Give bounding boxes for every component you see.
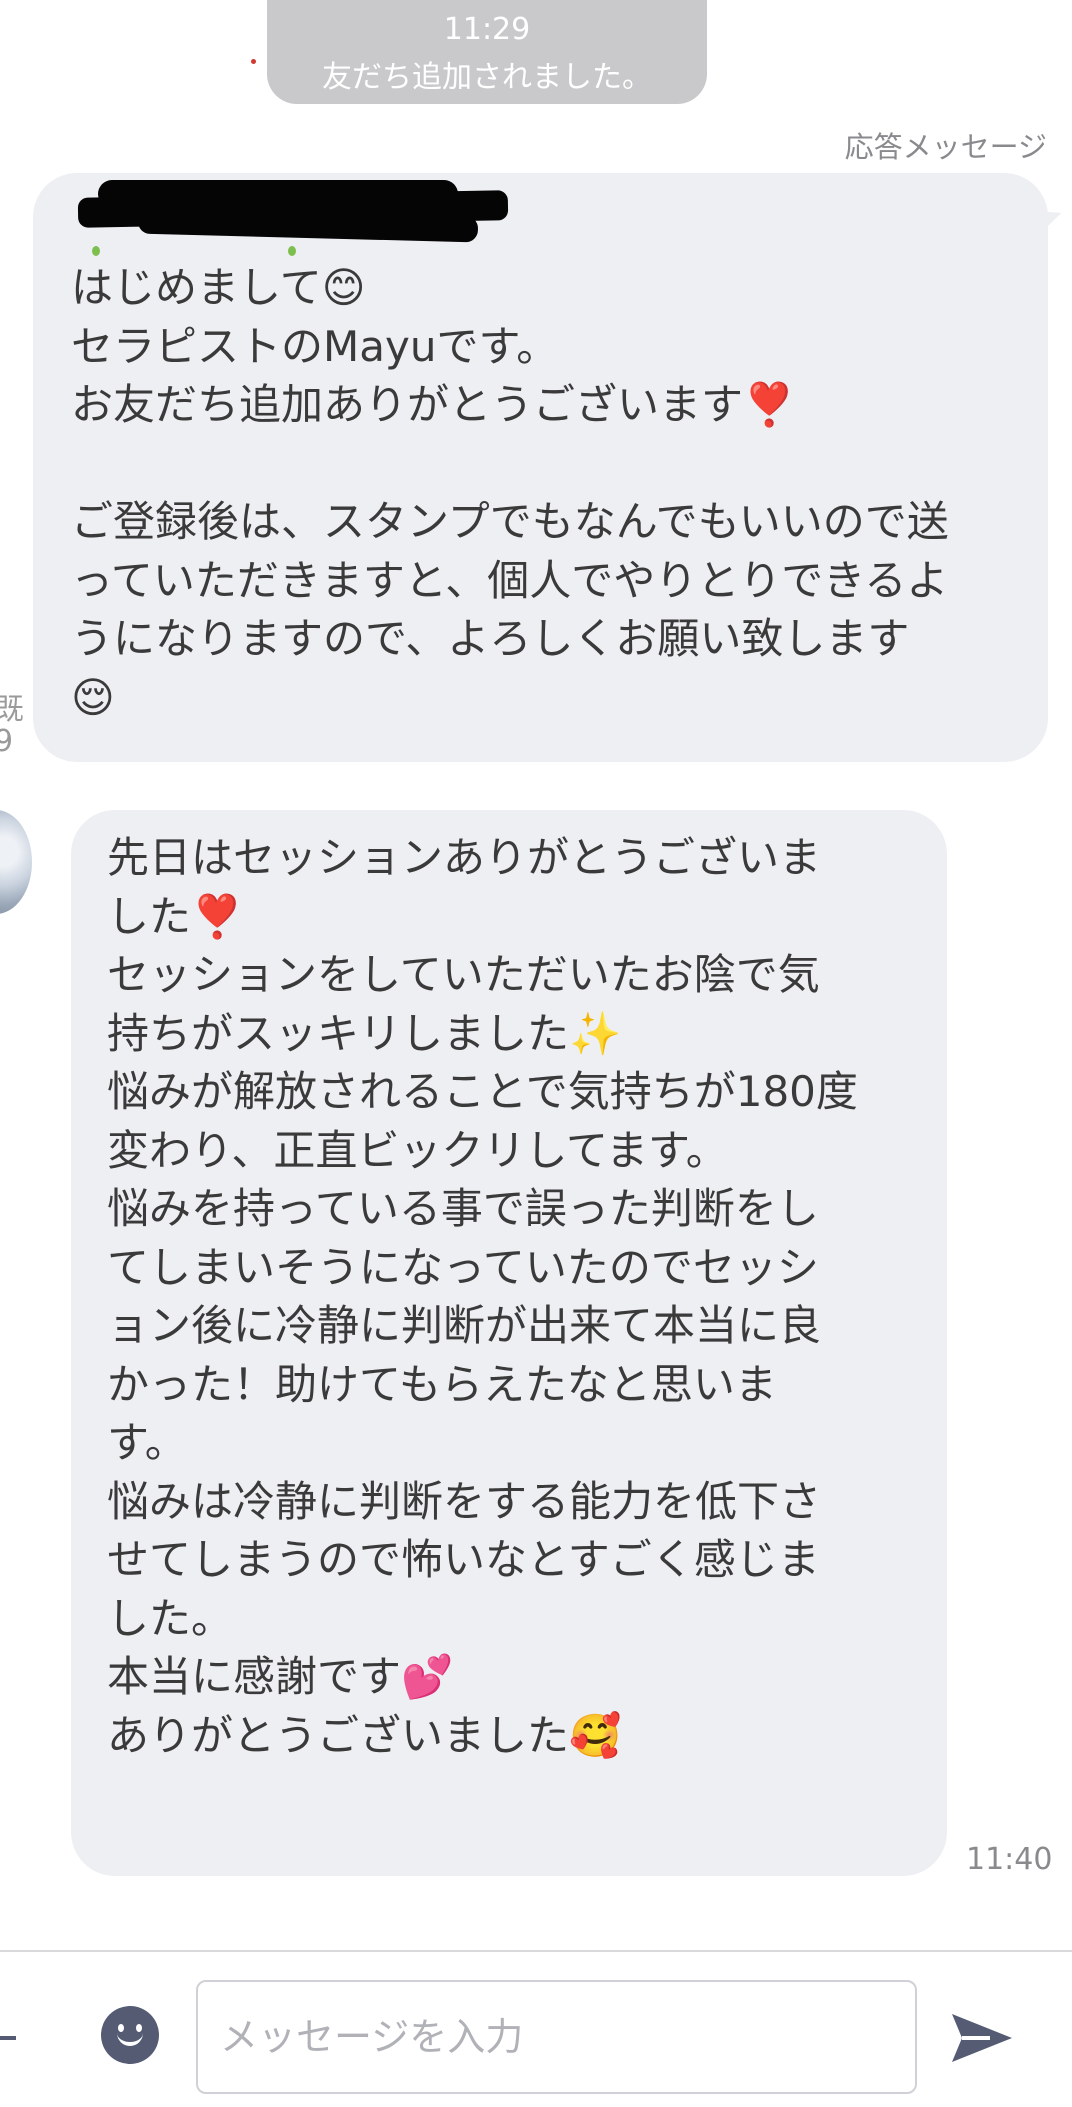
system-notice-bubble: 11:29 友だち追加されました。	[267, 0, 707, 104]
time-fragment: 9	[0, 724, 14, 759]
send-arrow-icon[interactable]	[950, 2010, 1014, 2066]
smiley-icon[interactable]	[101, 2006, 159, 2064]
redacted-name	[77, 172, 538, 246]
message-text-welcome: はじめまして😊 セラピストのMayuです。お友だち追加ありがとうございます❣️ ご登…	[71, 259, 949, 727]
menu-toggle-icon[interactable]	[0, 2036, 16, 2040]
message-line: した❣️	[107, 891, 244, 941]
message-line: せてしまうので怖いなとすごく感じま	[107, 1535, 820, 1584]
message-line: 持ちがスッキリしました✨	[107, 1008, 622, 1058]
message-line: っていただきますと、個人でやりとりできるよ	[71, 555, 949, 605]
message-input[interactable]	[196, 1980, 917, 2094]
message-line: 悩みは冷静に判断をする能力を低下さ	[107, 1476, 822, 1526]
system-notice-time: 11:29	[443, 12, 531, 47]
system-notice-text: 友だち追加されました。	[322, 60, 652, 95]
message-line	[71, 435, 949, 494]
message-text-feedback: 先日はセッションありがとうございま した❣️ セッションをしていただいたお陰で気 持ち…	[107, 829, 858, 1765]
message-line: 悩みが解放されることで気持ちが180度	[107, 1067, 858, 1116]
message-line: うになりますので、よろしくお願い致します	[71, 614, 910, 663]
unread-dot	[251, 59, 256, 64]
message-line: 😌	[71, 672, 115, 722]
message-line: はじめまして😊	[71, 263, 366, 312]
message-line: セラピストのMayuです。	[71, 321, 559, 371]
message-line: 変わり、正直ビックリしてます。	[107, 1125, 728, 1175]
message-line: ョン後に冷静に判断が出来て本当に良	[107, 1301, 822, 1350]
message-line: 本当に感謝です💕	[107, 1652, 454, 1701]
message-line: かった！助けてもらえたなと思いま	[107, 1359, 777, 1409]
message-input-bar	[0, 1950, 1072, 2107]
message-line: 悩みを持っている事で誤った判断をし	[107, 1184, 819, 1233]
leaf-decoration	[92, 246, 100, 256]
message-line: セッションをしていただいたお陰で気	[107, 950, 820, 999]
cherry-blossom-avatar[interactable]	[0, 810, 32, 914]
read-indicator-fragment: 既	[0, 692, 24, 727]
message-timestamp: 11:40	[966, 1842, 1053, 1877]
message-line: てしまいそうになっていたのでセッシ	[107, 1242, 819, 1292]
message-line: 先日はセッションありがとうございま	[107, 833, 822, 882]
message-line: ありがとうございました🥰	[107, 1710, 622, 1760]
message-line: お友だち追加ありがとうございます❣️	[71, 380, 796, 429]
message-line: した。	[107, 1593, 234, 1643]
auto-reply-label: 応答メッセージ	[844, 130, 1047, 164]
leaf-decoration	[288, 246, 296, 256]
message-line: ご登録後は、スタンプでもなんでもいいので送	[71, 497, 949, 546]
message-line: す。	[107, 1418, 187, 1467]
